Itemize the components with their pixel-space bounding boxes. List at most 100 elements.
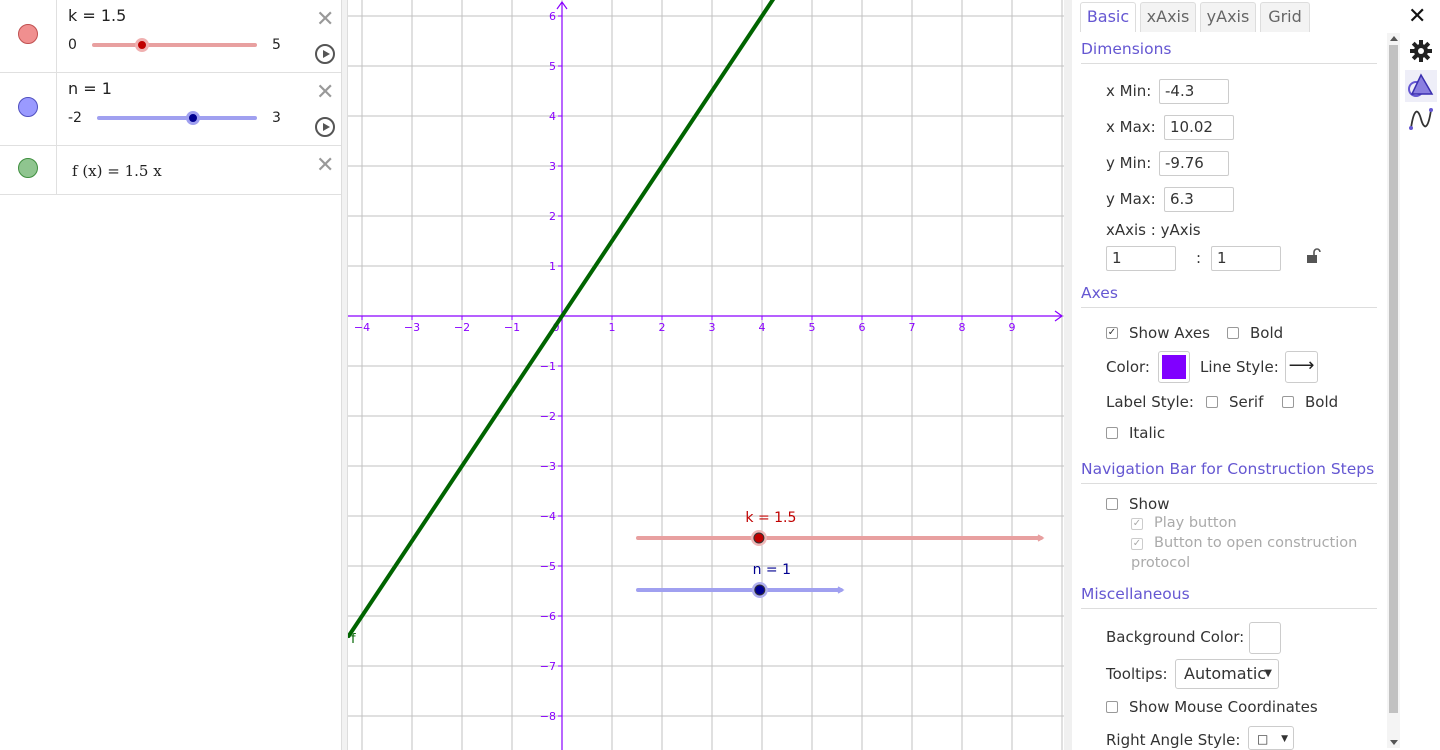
mouse-coords-label: Show Mouse Coordinates [1129,698,1318,716]
dimensions-heading: Dimensions [1081,40,1172,58]
settings-side-toolbar: ✕ [1400,0,1440,750]
y-tick-label: 2 [549,210,556,223]
slider-n-track[interactable] [97,116,257,120]
delete-k-icon[interactable]: ✕ [316,9,334,31]
tooltips-select[interactable]: Automatic ▼ [1175,659,1279,689]
slider-k-max: 5 [272,37,281,53]
settings-scrollbar[interactable] [1387,33,1400,748]
label-style-label: Label Style: [1106,393,1194,411]
visibility-marble-n[interactable] [18,97,38,117]
serif-checkbox[interactable] [1206,396,1218,408]
tab-yaxis[interactable]: yAxis [1200,2,1256,32]
graphics-canvas[interactable]: −4−3−2−10123456789123456−1−2−3−4−5−6−7−8… [348,0,1064,750]
slider-k-definition[interactable]: k = 1.5 [68,6,126,25]
algebra-curve-icon[interactable] [1408,106,1434,132]
marble-column [0,146,57,194]
view-splitter[interactable] [341,0,348,750]
graphics-triangle-icon [1408,73,1434,97]
graphics-settings-panel: Basic xAxis yAxis Grid Dimensions x Min:… [1064,0,1400,750]
play-n-icon[interactable] [315,117,335,137]
right-angle-select[interactable]: □ ▼ [1248,726,1294,750]
y-tick-label: −4 [540,510,556,523]
x-tick-label: 1 [609,321,616,334]
y-tick-label: −1 [540,360,556,373]
nav-show-checkbox[interactable] [1106,498,1118,510]
graphics-settings-tab[interactable] [1405,70,1437,102]
show-axes-label: Show Axes [1129,324,1210,342]
serif-label: Serif [1229,393,1264,411]
graphics-view[interactable]: −4−3−2−10123456789123456−1−2−3−4−5−6−7−8… [348,0,1064,750]
slider-k-handle[interactable] [134,38,149,52]
x-tick-label: 8 [959,321,966,334]
visibility-marble-f[interactable] [18,158,38,178]
open-protocol-checkbox[interactable]: ✓ [1131,538,1143,550]
x-tick-label: 2 [659,321,666,334]
gear-icon[interactable] [1408,38,1434,64]
marble-column [0,73,57,145]
algebra-view: k = 1.5 0 5 ✕ n = 1 -2 3 ✕ f (x) = 1.5 x… [0,0,341,750]
divider [1081,63,1377,64]
xmin-label: x Min: [1106,82,1152,100]
bold-axes-checkbox[interactable] [1227,327,1239,339]
bg-color-button[interactable] [1249,622,1281,654]
ymax-label: y Max: [1106,190,1156,208]
italic-checkbox[interactable] [1106,427,1118,439]
canvas-slider-n-handle[interactable] [754,584,766,596]
algebra-item-n[interactable]: n = 1 -2 3 ✕ [0,73,341,146]
x-tick-label: −4 [354,321,370,334]
visibility-marble-k[interactable] [18,24,38,44]
play-button-checkbox[interactable]: ✓ [1131,518,1143,530]
ratio-separator: : [1196,249,1202,267]
unlock-icon[interactable] [1305,248,1321,264]
geogebra-app: k = 1.5 0 5 ✕ n = 1 -2 3 ✕ f (x) = 1.5 x… [0,0,1440,750]
xmax-input[interactable]: 10.02 [1164,115,1234,140]
slider-k-min: 0 [68,37,77,53]
label-bold-checkbox[interactable] [1282,396,1294,408]
scroll-thumb[interactable] [1389,45,1398,713]
canvas-slider-k-handle[interactable] [753,532,765,544]
slider-n-handle[interactable] [186,111,200,125]
function-f-label: f [351,632,356,647]
axes-color-label: Color: [1106,358,1150,376]
nav-show-label: Show [1129,495,1170,513]
scroll-up-icon[interactable] [1390,36,1398,41]
x-tick-label: −3 [404,321,420,334]
axes-color-button[interactable] [1158,351,1190,383]
scroll-down-icon[interactable] [1390,740,1398,745]
show-axes-checkbox[interactable]: ✓ [1106,327,1118,339]
algebra-item-k[interactable]: k = 1.5 0 5 ✕ [0,0,341,73]
algebra-item-f[interactable]: f (x) = 1.5 x ✕ [0,146,341,195]
tab-xaxis[interactable]: xAxis [1140,2,1196,32]
ratio-y-input[interactable]: 1 [1211,246,1281,271]
slider-n-definition[interactable]: n = 1 [68,79,112,98]
label-bold-label: Bold [1305,393,1339,411]
tooltips-value: Automatic [1184,664,1267,683]
y-tick-label: 5 [549,60,556,73]
ymin-input[interactable]: -9.76 [1159,151,1229,176]
italic-label: Italic [1129,424,1166,442]
ymin-label: y Min: [1106,154,1152,172]
x-tick-label: 5 [809,321,816,334]
slider-n-max: 3 [272,110,281,126]
y-tick-label: −2 [540,410,556,423]
close-settings-icon[interactable]: ✕ [1408,4,1426,29]
delete-f-icon[interactable]: ✕ [316,155,334,177]
open-protocol-label-cont: protocol [1131,555,1191,571]
delete-n-icon[interactable]: ✕ [316,82,334,104]
y-tick-label: 3 [549,160,556,173]
line-style-button[interactable]: ⟶ [1285,351,1318,383]
y-tick-label: −5 [540,560,556,573]
y-tick-label: −3 [540,460,556,473]
xmax-label: x Max: [1106,118,1156,136]
xmin-input[interactable]: -4.3 [1159,79,1229,104]
tab-grid[interactable]: Grid [1260,2,1310,32]
axis-ratio-label: xAxis : yAxis [1106,221,1201,239]
mouse-coords-checkbox[interactable] [1106,701,1118,713]
ratio-x-input[interactable]: 1 [1106,246,1176,271]
function-f-definition[interactable]: f (x) = 1.5 x [72,162,162,180]
slider-k-track[interactable] [92,43,257,47]
x-tick-label: 4 [759,321,766,334]
ymax-input[interactable]: 6.3 [1164,187,1234,212]
tab-basic[interactable]: Basic [1080,2,1136,32]
play-k-icon[interactable] [315,44,335,64]
